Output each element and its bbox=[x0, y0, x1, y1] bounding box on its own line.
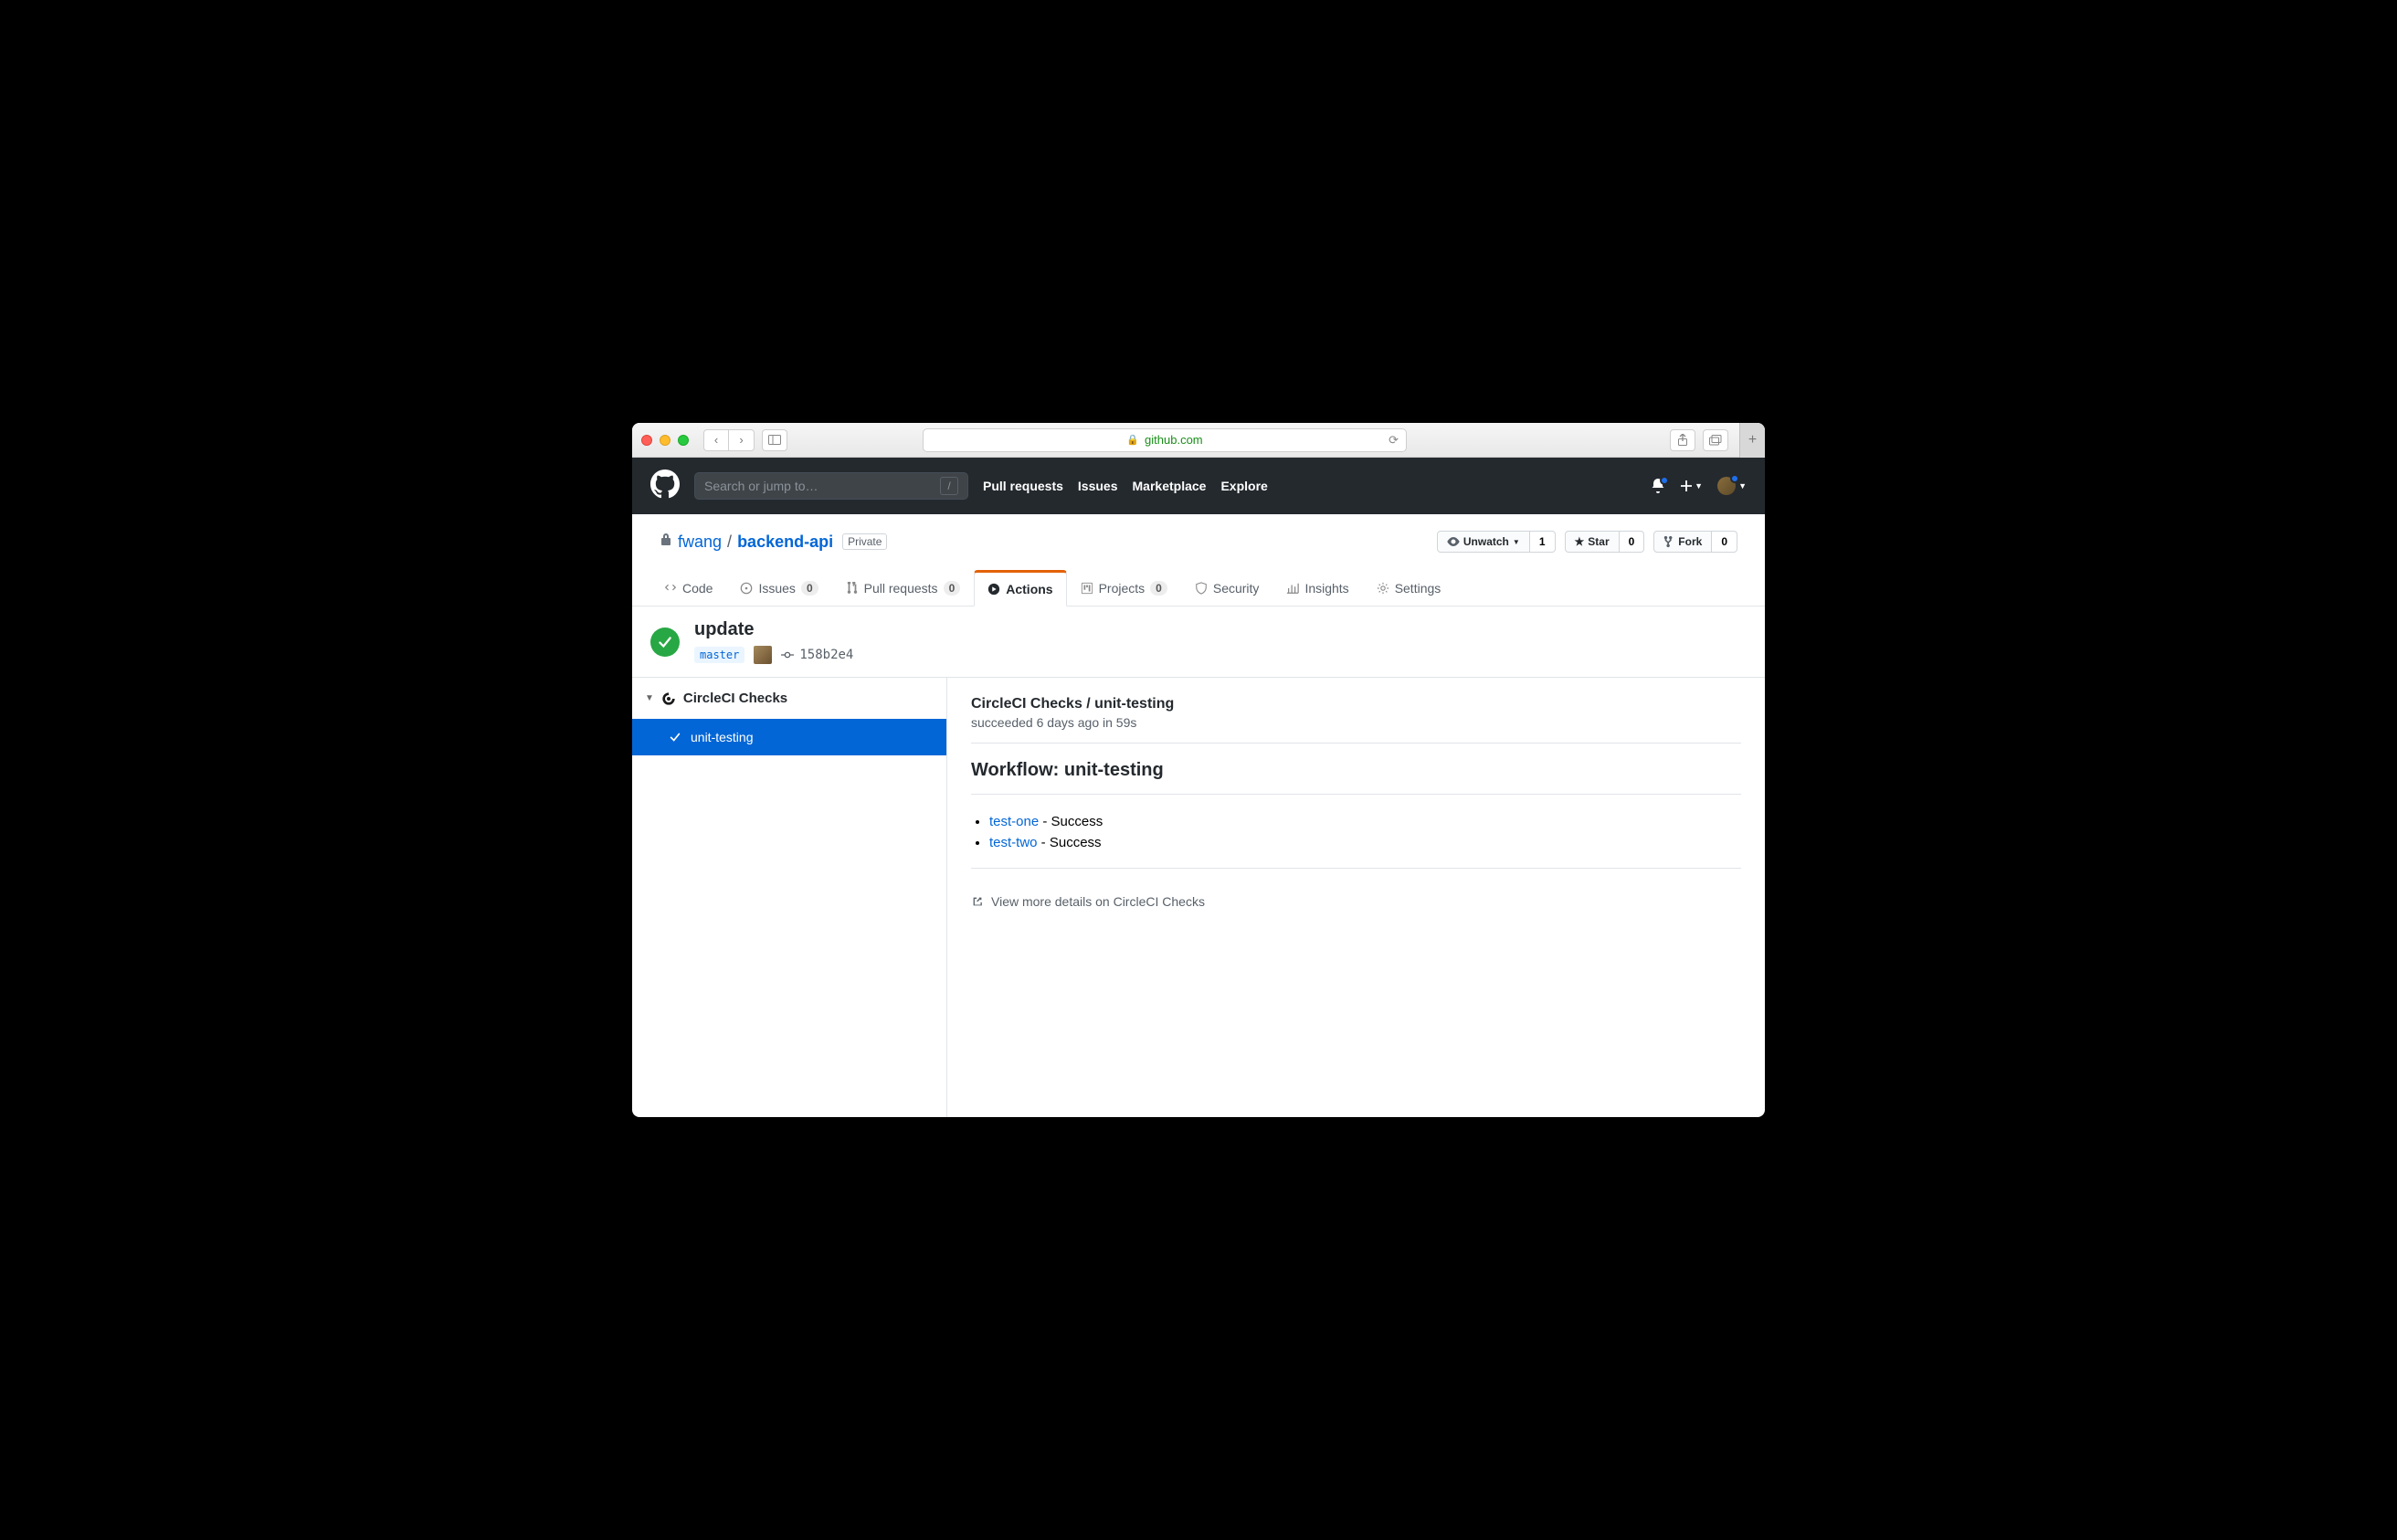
new-tab-button[interactable]: + bbox=[1739, 423, 1765, 458]
tab-pulls[interactable]: Pull requests0 bbox=[832, 570, 975, 607]
nav-marketplace[interactable]: Marketplace bbox=[1133, 479, 1207, 493]
caret-down-icon: ▼ bbox=[1738, 481, 1747, 490]
breadcrumb-separator: / bbox=[727, 533, 732, 552]
user-dot-icon bbox=[1730, 474, 1739, 483]
repo-name-link[interactable]: backend-api bbox=[737, 533, 833, 552]
nav-buttons: ‹ › bbox=[703, 429, 755, 451]
caret-down-icon: ▼ bbox=[1695, 481, 1703, 490]
tab-security[interactable]: Security bbox=[1181, 570, 1273, 607]
check-detail: CircleCI Checks / unit-testing succeeded… bbox=[947, 678, 1765, 1117]
window-controls bbox=[641, 435, 689, 446]
star-button[interactable]: ★ Star bbox=[1565, 531, 1620, 553]
repo-actions: Unwatch ▼ 1 ★ Star 0 Fork 0 bbox=[1437, 531, 1737, 553]
watch-count[interactable]: 1 bbox=[1530, 531, 1556, 553]
unwatch-button[interactable]: Unwatch ▼ bbox=[1437, 531, 1530, 553]
header-right: ▼ ▼ bbox=[1651, 477, 1747, 495]
github-logo-icon[interactable] bbox=[650, 469, 680, 503]
star-count[interactable]: 0 bbox=[1620, 531, 1645, 553]
commit-title: update bbox=[694, 619, 853, 640]
lock-icon: 🔒 bbox=[1126, 434, 1139, 446]
back-button[interactable]: ‹ bbox=[703, 429, 729, 451]
browser-window: ‹ › 🔒 github.com ⟳ + Search or jump to… bbox=[632, 423, 1765, 1117]
nav-issues[interactable]: Issues bbox=[1078, 479, 1118, 493]
notification-dot-icon bbox=[1660, 476, 1669, 485]
branch-tag[interactable]: master bbox=[694, 647, 744, 663]
star-icon: ★ bbox=[1575, 535, 1585, 548]
search-input[interactable]: Search or jump to… / bbox=[694, 472, 968, 500]
view-more-link[interactable]: View more details on CircleCI Checks bbox=[971, 894, 1741, 909]
tab-settings[interactable]: Settings bbox=[1363, 570, 1455, 607]
minimize-window-button[interactable] bbox=[660, 435, 671, 446]
tab-projects[interactable]: Projects0 bbox=[1067, 570, 1181, 607]
repo-owner-link[interactable]: fwang bbox=[678, 533, 722, 552]
sidebar-toggle-button[interactable] bbox=[762, 429, 787, 451]
test-list-item: test-one - Success bbox=[989, 811, 1741, 832]
test-list-item: test-two - Success bbox=[989, 832, 1741, 853]
github-header: Search or jump to… / Pull requests Issue… bbox=[632, 458, 1765, 514]
divider bbox=[971, 743, 1741, 744]
divider bbox=[971, 868, 1741, 869]
caret-down-icon: ▼ bbox=[1513, 538, 1520, 546]
repo-tabs: Code Issues0 Pull requests0 Actions Proj… bbox=[632, 569, 1765, 607]
slash-key-icon: / bbox=[940, 477, 958, 495]
reload-icon[interactable]: ⟳ bbox=[1389, 433, 1399, 448]
lock-icon bbox=[660, 533, 672, 552]
fork-button[interactable]: Fork bbox=[1653, 531, 1712, 553]
tab-code[interactable]: Code bbox=[650, 570, 726, 607]
test-link[interactable]: test-one bbox=[989, 814, 1039, 829]
check-icon bbox=[669, 731, 681, 744]
commit-sha[interactable]: 158b2e4 bbox=[781, 648, 853, 662]
commit-header: update master 158b2e4 bbox=[632, 607, 1765, 678]
tab-actions[interactable]: Actions bbox=[974, 570, 1066, 607]
projects-count-badge: 0 bbox=[1150, 581, 1167, 596]
repo-header: fwang / backend-api Private Unwatch ▼ 1 … bbox=[632, 514, 1765, 553]
circleci-icon bbox=[661, 691, 676, 706]
triangle-down-icon: ▼ bbox=[645, 693, 654, 703]
nav-pull-requests[interactable]: Pull requests bbox=[983, 479, 1063, 493]
external-link-icon bbox=[971, 895, 984, 908]
notifications-button[interactable] bbox=[1651, 479, 1665, 493]
workflow-title: Workflow: unit-testing bbox=[971, 760, 1741, 781]
nav-explore[interactable]: Explore bbox=[1220, 479, 1267, 493]
tab-insights[interactable]: Insights bbox=[1272, 570, 1362, 607]
checks-group-header[interactable]: ▼ CircleCI Checks bbox=[632, 678, 946, 719]
address-bar[interactable]: 🔒 github.com ⟳ bbox=[923, 428, 1407, 452]
tab-issues[interactable]: Issues0 bbox=[726, 570, 831, 607]
main-content: ▼ CircleCI Checks unit-testing CircleCI … bbox=[632, 678, 1765, 1117]
check-breadcrumb: CircleCI Checks / unit-testing bbox=[971, 696, 1741, 712]
divider bbox=[971, 794, 1741, 795]
issues-count-badge: 0 bbox=[801, 581, 818, 596]
forward-button[interactable]: › bbox=[729, 429, 755, 451]
safari-toolbar: ‹ › 🔒 github.com ⟳ + bbox=[632, 423, 1765, 458]
share-button[interactable] bbox=[1670, 429, 1695, 451]
url-host: github.com bbox=[1145, 433, 1203, 447]
close-window-button[interactable] bbox=[641, 435, 652, 446]
checks-sidebar: ▼ CircleCI Checks unit-testing bbox=[632, 678, 947, 1117]
user-menu-button[interactable]: ▼ bbox=[1717, 477, 1747, 495]
header-nav: Pull requests Issues Marketplace Explore bbox=[983, 479, 1268, 493]
visibility-badge: Private bbox=[842, 533, 887, 550]
tabs-button[interactable] bbox=[1703, 429, 1728, 451]
test-list: test-one - Success test-two - Success bbox=[989, 811, 1741, 853]
pulls-count-badge: 0 bbox=[944, 581, 961, 596]
test-link[interactable]: test-two bbox=[989, 835, 1038, 850]
sidebar-item-unit-testing[interactable]: unit-testing bbox=[632, 719, 946, 755]
repo-breadcrumb: fwang / backend-api Private bbox=[660, 533, 887, 552]
zoom-window-button[interactable] bbox=[678, 435, 689, 446]
commit-author-avatar[interactable] bbox=[754, 646, 772, 664]
check-status-line: succeeded 6 days ago in 59s bbox=[971, 715, 1741, 730]
create-menu-button[interactable]: ▼ bbox=[1680, 480, 1703, 492]
fork-count[interactable]: 0 bbox=[1712, 531, 1737, 553]
success-check-icon bbox=[650, 628, 680, 657]
search-placeholder: Search or jump to… bbox=[704, 479, 818, 493]
